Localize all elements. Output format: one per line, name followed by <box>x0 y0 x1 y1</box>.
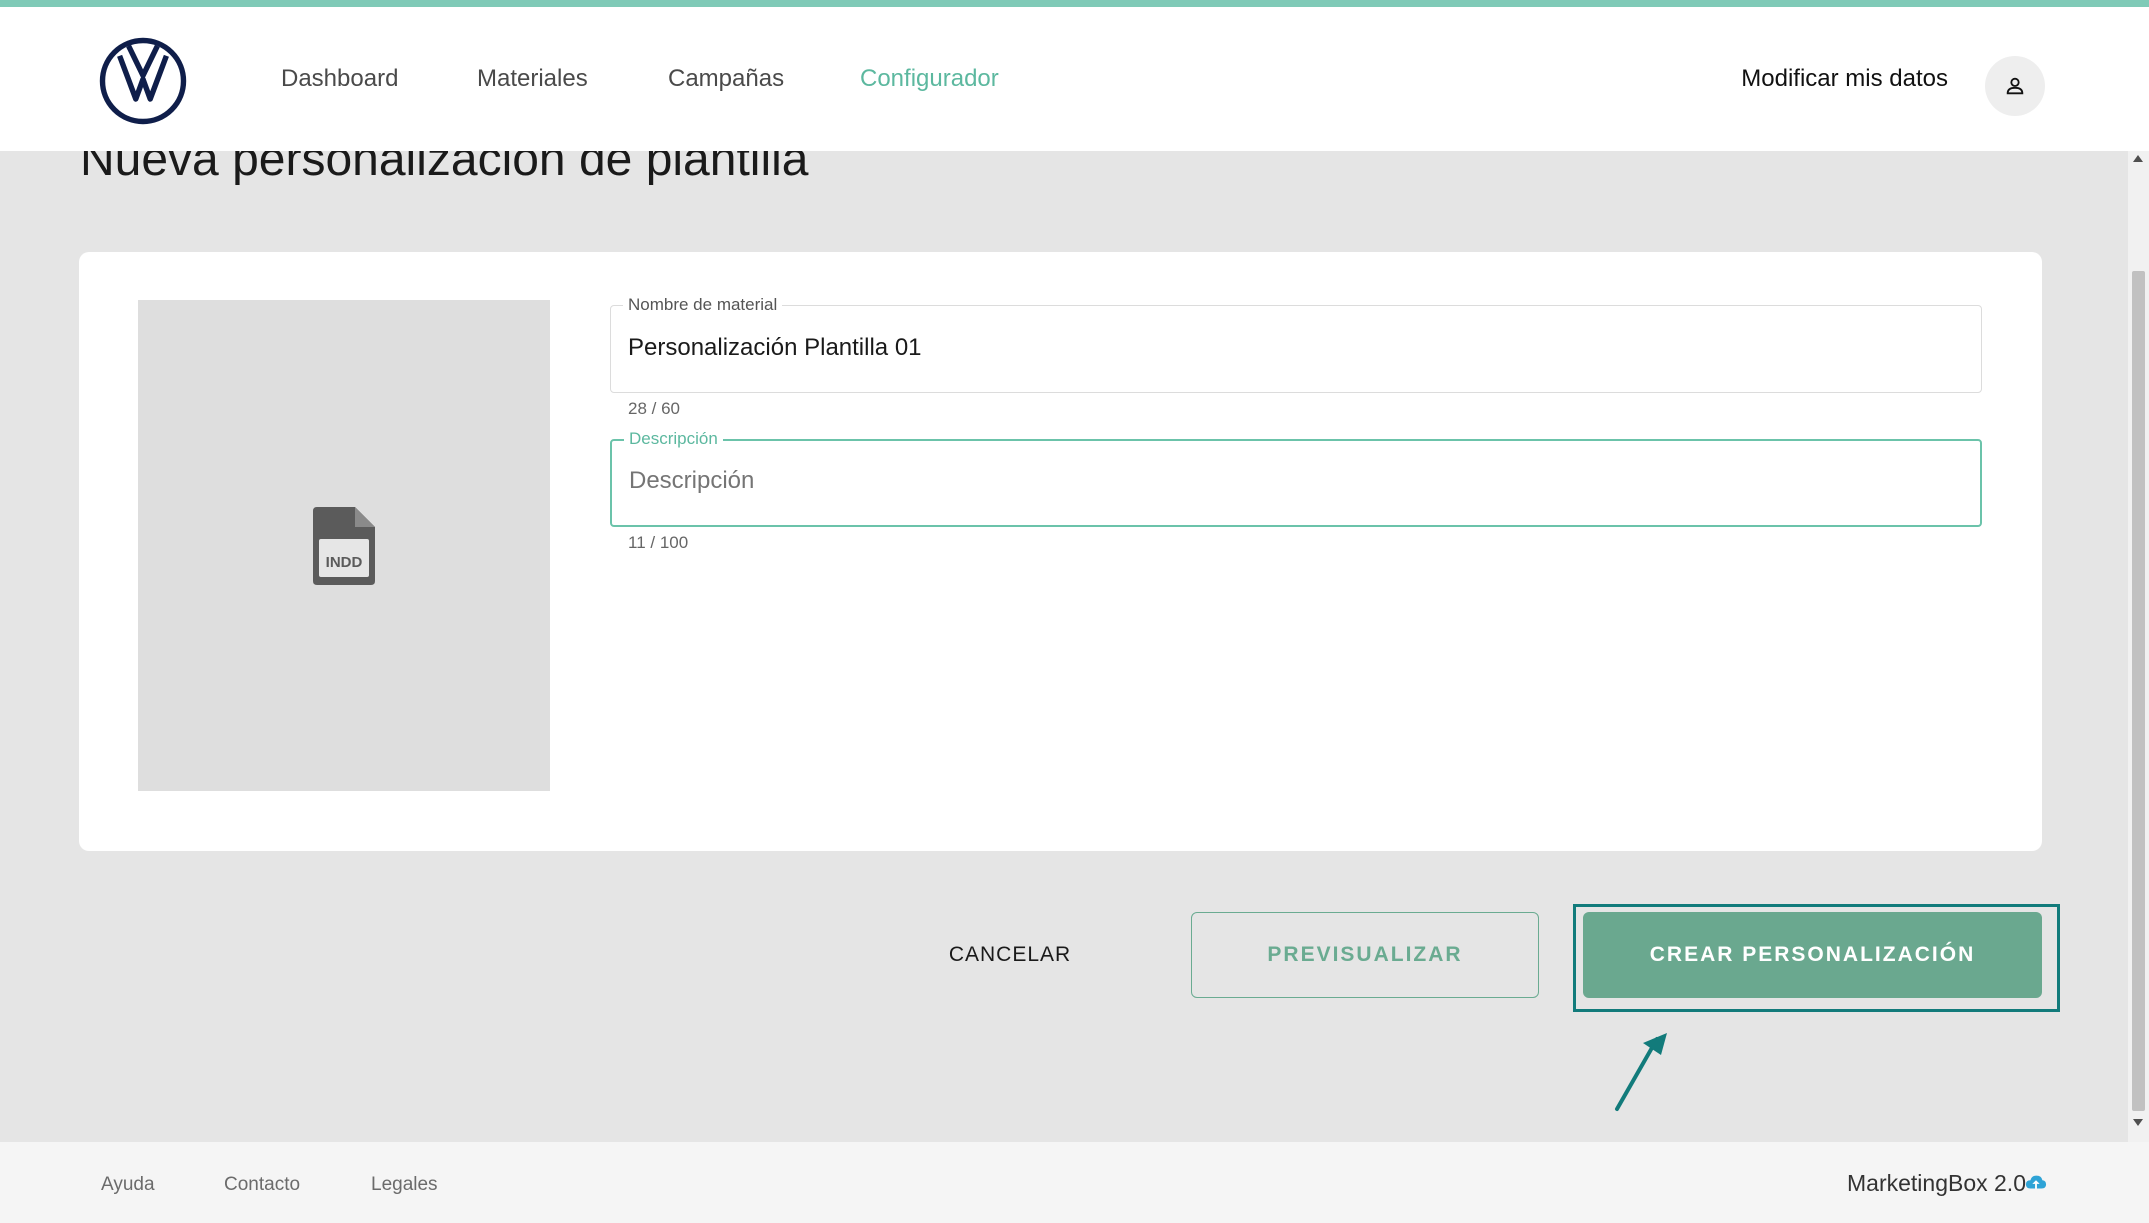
vw-logo-icon[interactable] <box>98 36 188 126</box>
top-header: Dashboard Materiales Campañas Configurad… <box>0 7 2149 151</box>
annotation-arrow-icon <box>1615 1033 1667 1111</box>
description-field[interactable]: Descripción <box>610 429 1982 527</box>
footer-link-legales[interactable]: Legales <box>371 1174 438 1196</box>
create-personalization-button[interactable]: CREAR PERSONALIZACIÓN <box>1583 912 2042 998</box>
nav-campanas[interactable]: Campañas <box>668 65 784 93</box>
scroll-thumb[interactable] <box>2132 271 2145 1111</box>
modify-my-data-link[interactable]: Modificar mis datos <box>1741 65 1948 93</box>
material-name-input[interactable] <box>628 334 1948 362</box>
cancel-button[interactable]: CANCELAR <box>920 925 1100 985</box>
footer-link-ayuda[interactable]: Ayuda <box>101 1174 155 1196</box>
page-footer: Ayuda Contacto Legales MarketingBox 2.0 <box>0 1142 2149 1223</box>
footer-link-contacto[interactable]: Contacto <box>224 1174 300 1196</box>
scroll-up-arrow-icon[interactable] <box>2133 155 2143 162</box>
nav-configurador[interactable]: Configurador <box>860 65 999 93</box>
indd-file-label: INDD <box>326 554 363 571</box>
indd-file-icon: INDD <box>313 506 375 585</box>
user-icon <box>2006 77 2024 95</box>
material-name-counter: 28 / 60 <box>628 399 680 418</box>
nav-dashboard[interactable]: Dashboard <box>281 65 398 93</box>
user-avatar-button[interactable] <box>1985 56 2045 116</box>
brand-label: MarketingBox 2.0 <box>1847 1170 2026 1196</box>
form-card: INDD Nombre de material 28 / 60 Descripc… <box>79 252 2042 851</box>
description-label: Descripción <box>624 429 723 449</box>
preview-button[interactable]: PREVISUALIZAR <box>1191 912 1539 998</box>
nav-materiales[interactable]: Materiales <box>477 65 588 93</box>
vertical-scrollbar[interactable] <box>2128 151 2149 1142</box>
description-counter: 11 / 100 <box>628 533 689 552</box>
top-accent-bar <box>0 0 2149 7</box>
material-name-field[interactable]: Nombre de material <box>610 295 1982 393</box>
description-input[interactable] <box>629 467 1949 495</box>
template-thumbnail: INDD <box>138 300 550 791</box>
material-name-label: Nombre de material <box>623 295 783 315</box>
cloud-upload-icon <box>2025 1175 2047 1189</box>
scroll-down-arrow-icon[interactable] <box>2133 1119 2143 1126</box>
